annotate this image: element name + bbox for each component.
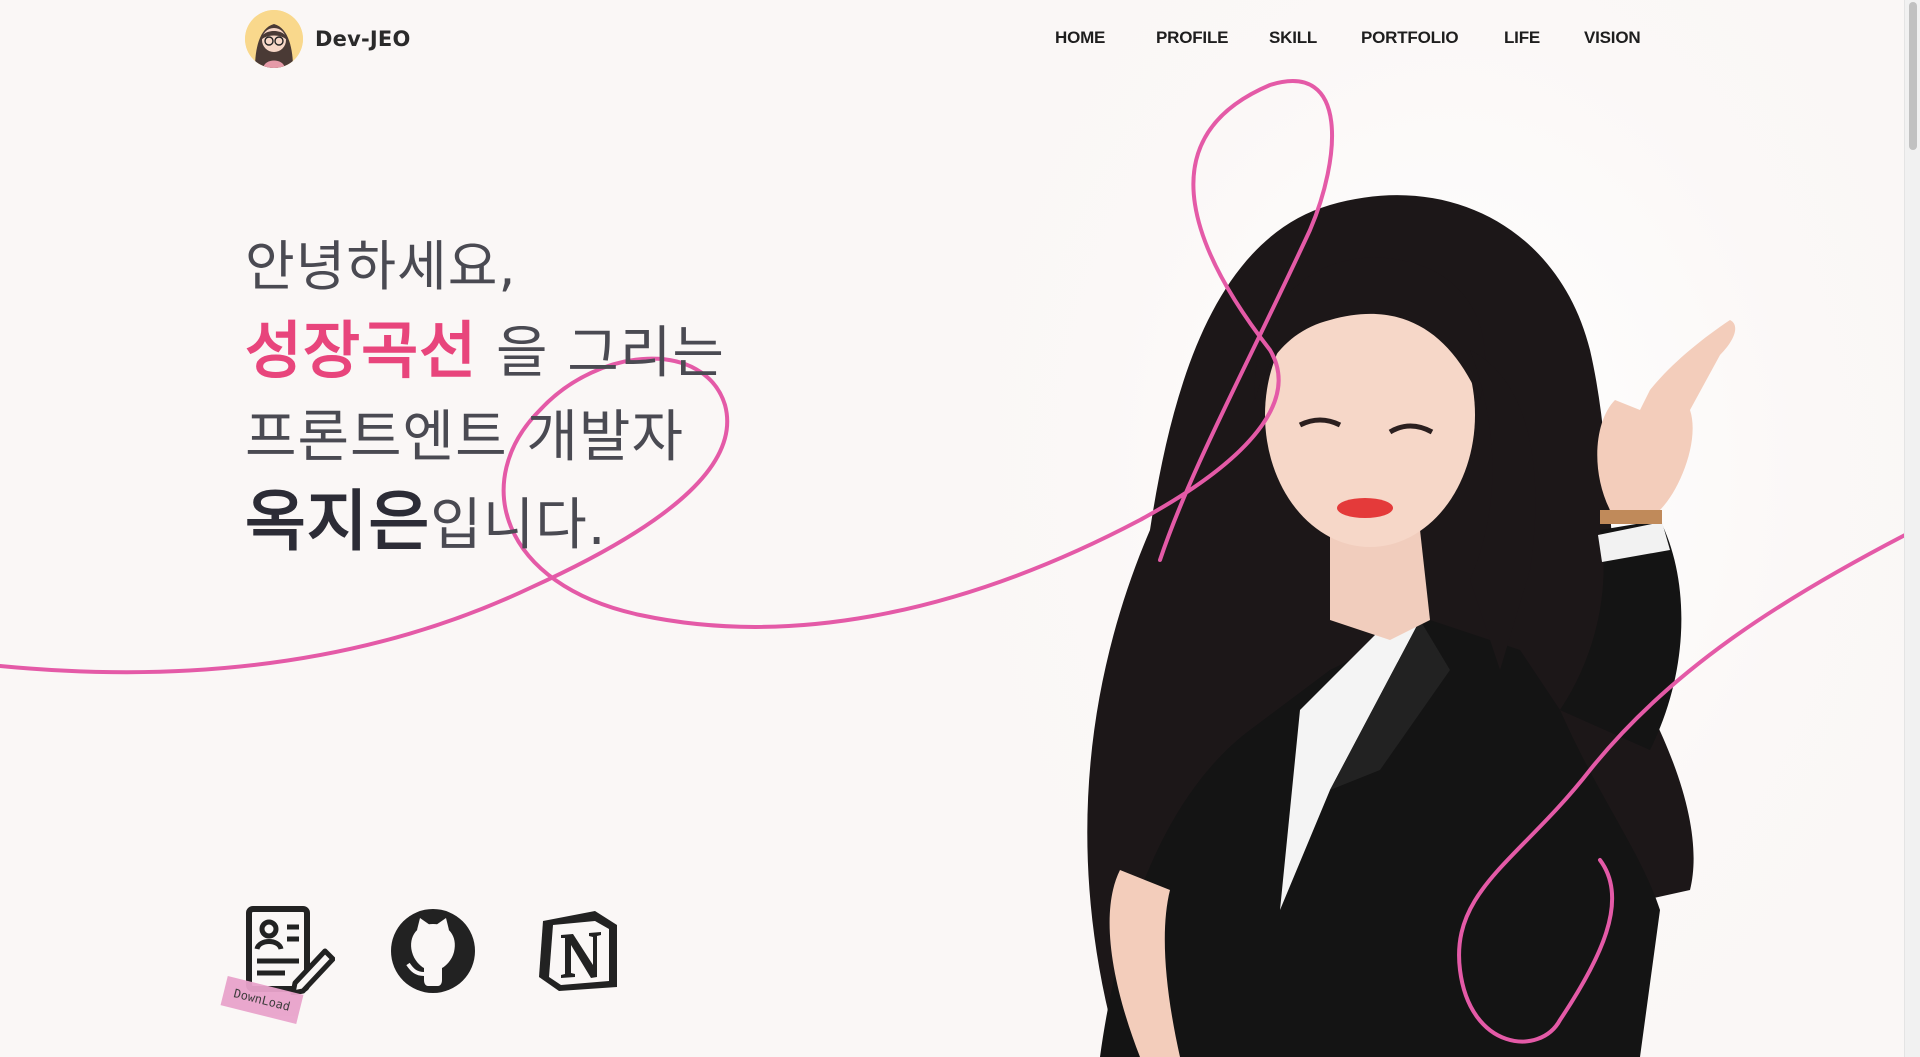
hero-intro: 안녕하세요, 성장곡선 을 그리는 프론트엔트 개발자 옥지은입니다.: [245, 225, 725, 568]
profile-photo: [1087, 195, 1736, 1057]
hero-line-4-rest: 입니다.: [430, 493, 607, 558]
notion-icon: [539, 911, 617, 991]
hero-name: 옥지은: [245, 483, 431, 560]
github-link[interactable]: [390, 908, 476, 994]
hero-line-2: 성장곡선 을 그리는: [245, 309, 725, 396]
nav-portfolio[interactable]: PORTFOLIO: [1361, 28, 1459, 48]
hero-line-3: 프론트엔트 개발자: [245, 405, 684, 470]
page: Dev-JEO HOME PROFILE SKILL PORTFOLIO LIF…: [0, 0, 1920, 1057]
nav-skill[interactable]: SKILL: [1269, 28, 1317, 48]
nav-home[interactable]: HOME: [1055, 28, 1105, 48]
hero-line-2-rest: 을 그리는: [477, 321, 725, 386]
nav-profile[interactable]: PROFILE: [1156, 28, 1228, 48]
github-icon: [391, 909, 475, 993]
resume-download-button[interactable]: DownLoad: [220, 905, 336, 1024]
brand-logo[interactable]: Dev-JEO: [245, 10, 411, 68]
avatar-icon: [245, 10, 303, 68]
hero-greeting: 안녕하세요,: [245, 235, 517, 298]
notion-link[interactable]: [535, 907, 621, 993]
scrollbar-thumb[interactable]: [1909, 2, 1917, 150]
nav-life[interactable]: LIFE: [1504, 28, 1540, 48]
page-scrollbar[interactable]: [1904, 0, 1920, 1057]
site-header: Dev-JEO HOME PROFILE SKILL PORTFOLIO LIF…: [0, 0, 1905, 80]
nav-vision[interactable]: VISION: [1584, 28, 1641, 48]
hero-highlight: 성장곡선: [245, 314, 478, 387]
resume-icon: [246, 906, 336, 996]
brand-name: Dev-JEO: [315, 27, 411, 51]
hero-line-4: 옥지은입니다.: [245, 480, 725, 568]
